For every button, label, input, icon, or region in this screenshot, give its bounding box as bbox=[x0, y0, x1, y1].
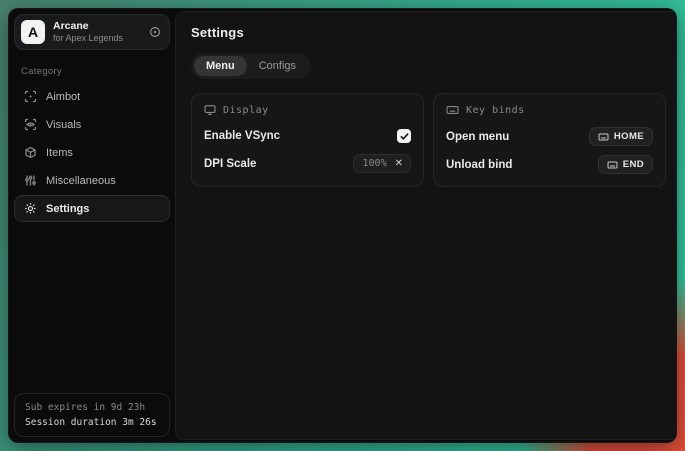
sidebar-item-aimbot[interactable]: Aimbot bbox=[14, 83, 170, 110]
sidebar-nav: Aimbot Visuals bbox=[9, 83, 175, 222]
app-logo: A bbox=[21, 20, 45, 44]
tab-bar: Menu Configs bbox=[191, 53, 311, 79]
crosshair-icon bbox=[23, 90, 37, 103]
dpi-label: DPI Scale bbox=[204, 158, 256, 170]
sidebar: A Arcane for Apex Legends Category bbox=[9, 9, 175, 442]
sidebar-item-label: Items bbox=[46, 147, 73, 159]
keyboard-icon bbox=[446, 104, 459, 116]
sidebar-item-label: Miscellaneous bbox=[46, 175, 116, 187]
open-menu-keybind[interactable]: HOME bbox=[589, 127, 653, 146]
sidebar-item-settings[interactable]: Settings bbox=[14, 195, 170, 222]
vsync-label: Enable VSync bbox=[204, 130, 280, 142]
tab-menu[interactable]: Menu bbox=[194, 56, 247, 76]
vsync-checkbox[interactable] bbox=[397, 129, 411, 143]
main-panel: Settings Menu Configs Display bbox=[175, 11, 677, 440]
app-subtitle: for Apex Legends bbox=[53, 33, 141, 44]
unload-bind-row: Unload bind END bbox=[446, 155, 653, 174]
sidebar-item-visuals[interactable]: Visuals bbox=[14, 111, 170, 138]
sub-expires-text: Sub expires in 9d 23h bbox=[25, 402, 159, 413]
sidebar-item-label: Visuals bbox=[46, 119, 81, 131]
unload-bind-key: END bbox=[623, 159, 644, 170]
open-menu-label: Open menu bbox=[446, 131, 509, 143]
dpi-scale-input[interactable]: 100% ✕ bbox=[353, 154, 411, 173]
display-card-title: Display bbox=[223, 105, 269, 116]
tab-configs[interactable]: Configs bbox=[247, 56, 308, 76]
unload-bind-label: Unload bind bbox=[446, 159, 512, 171]
category-label: Category bbox=[21, 66, 163, 77]
dpi-row: DPI Scale 100% ✕ bbox=[204, 154, 411, 173]
sidebar-spacer bbox=[9, 222, 175, 393]
sidebar-item-label: Aimbot bbox=[46, 91, 80, 103]
profile-meta: Arcane for Apex Legends bbox=[53, 20, 141, 44]
target-icon[interactable] bbox=[149, 26, 161, 38]
vsync-row: Enable VSync bbox=[204, 127, 411, 145]
box-icon bbox=[23, 146, 37, 159]
sidebar-item-items[interactable]: Items bbox=[14, 139, 170, 166]
key-icon bbox=[598, 132, 609, 142]
keybinds-card-title: Key binds bbox=[466, 105, 525, 116]
unload-bind-keybind[interactable]: END bbox=[598, 155, 653, 174]
keybinds-card: Key binds Open menu HOME Unload bin bbox=[433, 93, 666, 187]
session-duration-text: Session duration 3m 26s bbox=[25, 417, 159, 428]
sidebar-item-miscellaneous[interactable]: Miscellaneous bbox=[14, 167, 170, 194]
page-title: Settings bbox=[191, 25, 666, 40]
monitor-icon bbox=[204, 104, 216, 116]
eye-icon bbox=[23, 118, 37, 131]
sliders-icon bbox=[23, 174, 37, 187]
profile-card[interactable]: A Arcane for Apex Legends bbox=[14, 14, 170, 50]
clear-icon[interactable]: ✕ bbox=[395, 159, 403, 169]
app-window: A Arcane for Apex Legends Category bbox=[8, 8, 677, 443]
open-menu-key: HOME bbox=[614, 131, 644, 142]
gear-icon bbox=[23, 202, 37, 215]
open-menu-row: Open menu HOME bbox=[446, 127, 653, 146]
key-icon bbox=[607, 160, 618, 170]
display-card-header: Display bbox=[204, 104, 411, 116]
subscription-card: Sub expires in 9d 23h Session duration 3… bbox=[14, 393, 170, 437]
dpi-scale-value[interactable]: 100% bbox=[363, 158, 387, 169]
settings-cards: Display Enable VSync DPI Scale 100% ✕ bbox=[191, 93, 666, 187]
app-name: Arcane bbox=[53, 20, 141, 33]
display-card: Display Enable VSync DPI Scale 100% ✕ bbox=[191, 93, 424, 187]
sidebar-item-label: Settings bbox=[46, 203, 89, 215]
keybinds-card-header: Key binds bbox=[446, 104, 653, 116]
